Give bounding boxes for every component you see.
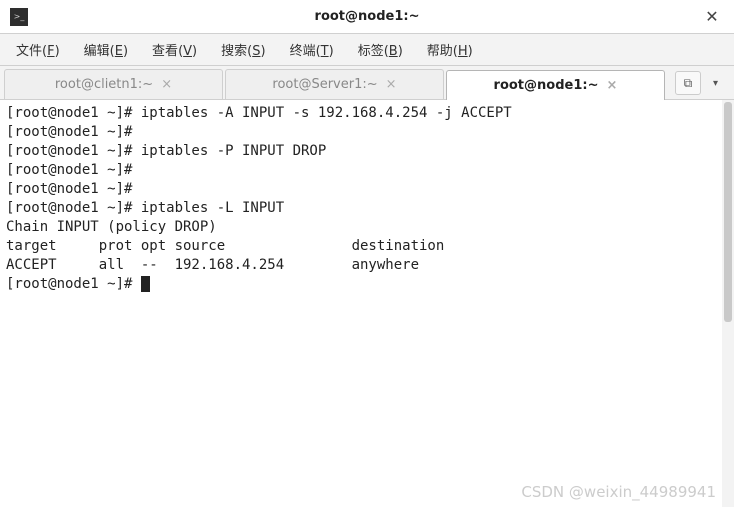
tab-node1[interactable]: root@node1:~ ×	[446, 70, 665, 100]
tab-menu-chevron-icon[interactable]: ▾	[709, 74, 722, 93]
terminal-output[interactable]: [root@node1 ~]# iptables -A INPUT -s 192…	[0, 100, 734, 507]
tab-close-button[interactable]: ×	[161, 77, 172, 92]
window-titlebar: >_ root@node1:~ ✕	[0, 0, 734, 34]
menu-terminal[interactable]: 终端(T)	[280, 36, 344, 63]
tab-label: root@clietn1:~	[55, 77, 153, 92]
terminal-app-icon: >_	[10, 8, 28, 26]
menubar: 文件(F) 编辑(E) 查看(V) 搜索(S) 终端(T) 标签(B) 帮助(H…	[0, 34, 734, 66]
tab-label: root@node1:~	[494, 78, 599, 93]
menu-search[interactable]: 搜索(S)	[211, 36, 275, 63]
tab-close-button[interactable]: ×	[386, 77, 397, 92]
scrollbar-thumb[interactable]	[724, 102, 732, 322]
window-close-button[interactable]: ✕	[702, 7, 722, 27]
menu-help[interactable]: 帮助(H)	[417, 36, 483, 63]
tab-client1[interactable]: root@clietn1:~ ×	[4, 69, 223, 99]
window-title: root@node1:~	[0, 9, 734, 24]
vertical-scrollbar[interactable]	[722, 100, 734, 507]
menu-edit[interactable]: 编辑(E)	[74, 36, 138, 63]
tab-close-button[interactable]: ×	[606, 78, 617, 93]
new-tab-button[interactable]: ⧉	[675, 71, 701, 95]
menu-file[interactable]: 文件(F)	[6, 36, 70, 63]
tab-label: root@Server1:~	[272, 77, 377, 92]
menu-view[interactable]: 查看(V)	[142, 36, 207, 63]
tab-server1[interactable]: root@Server1:~ ×	[225, 69, 444, 99]
tab-tools: ⧉ ▾	[667, 71, 730, 99]
terminal-cursor	[141, 276, 150, 292]
tabbar: root@clietn1:~ × root@Server1:~ × root@n…	[0, 66, 734, 100]
menu-tabs[interactable]: 标签(B)	[348, 36, 413, 63]
